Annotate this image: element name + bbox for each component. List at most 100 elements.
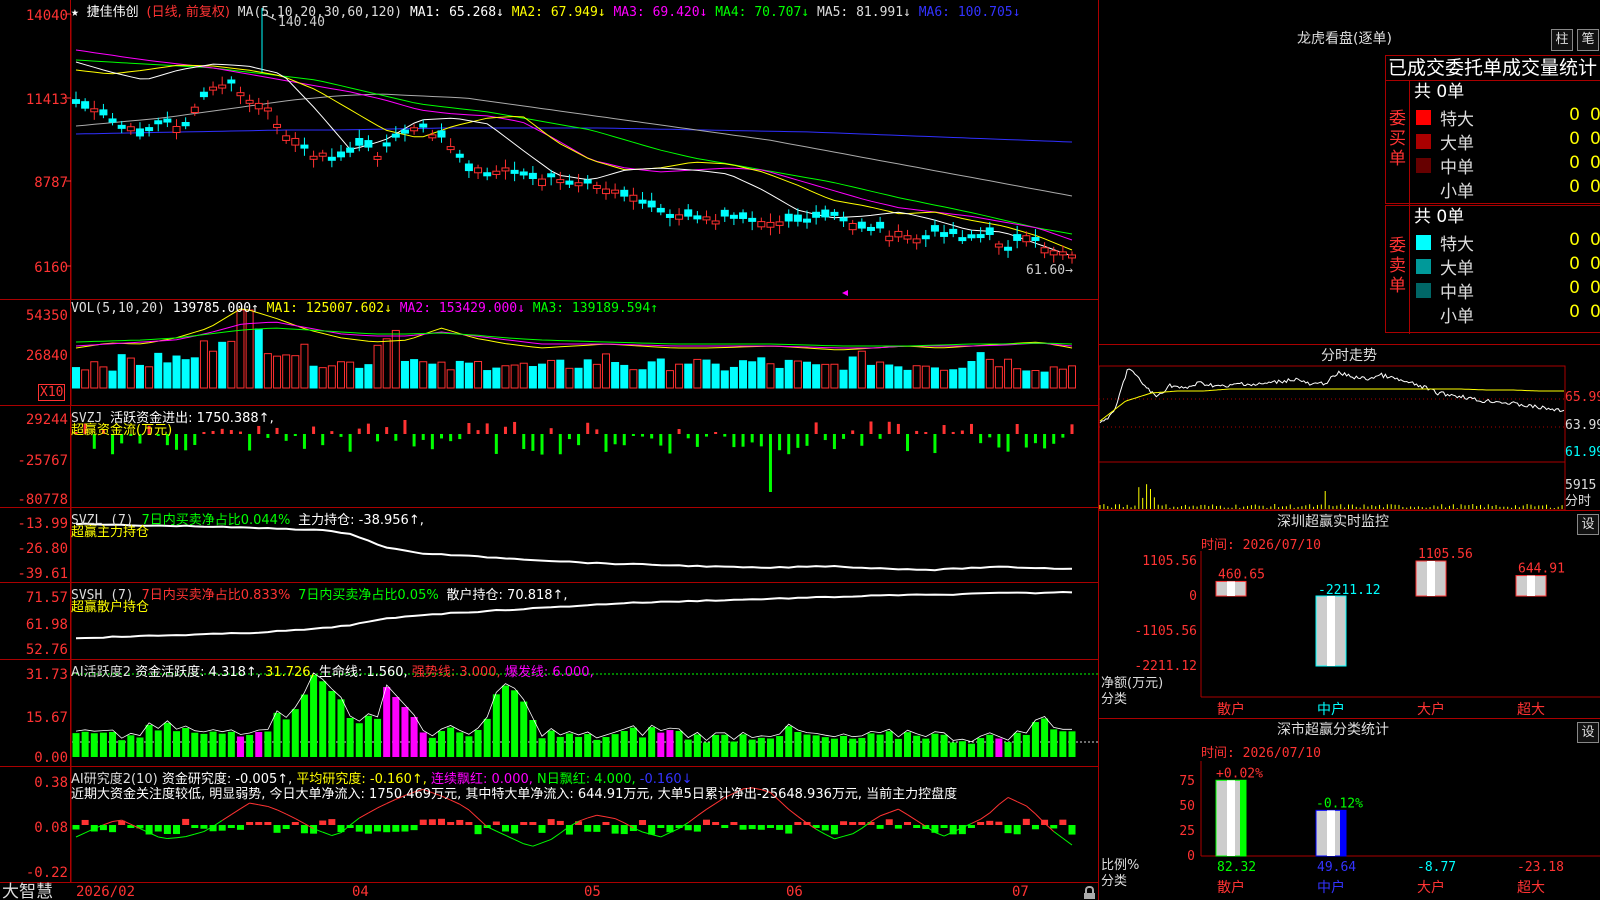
svzj-pane[interactable]: 29244 -25767 -80778 SVZJ 活跃资金进出: 1750.38…	[0, 406, 1098, 508]
flow-bar	[695, 434, 699, 447]
volume-bar	[803, 361, 812, 389]
activity-bar	[474, 729, 482, 757]
volume-bar	[446, 369, 455, 389]
ai1-label: AI活跃度2	[71, 665, 131, 680]
activity-bar	[1059, 731, 1067, 757]
research-line	[322, 831, 333, 837]
candle	[263, 107, 272, 112]
research-line	[541, 838, 552, 844]
candle	[309, 155, 318, 160]
volume-bar	[519, 362, 528, 389]
activity-bar	[81, 731, 89, 757]
flow-bar	[1043, 434, 1047, 449]
flow-bar	[997, 434, 1001, 448]
kline-chart[interactable]	[0, 0, 1098, 300]
net-category-label: 中户	[1317, 701, 1345, 718]
flow-bar	[348, 434, 352, 452]
research-bar	[383, 825, 391, 833]
volume-bar	[172, 355, 181, 389]
activity-bar	[721, 734, 729, 757]
volume-bar	[629, 369, 638, 389]
star-icon[interactable]: ★	[71, 5, 79, 20]
order-color-swatch	[1416, 158, 1431, 173]
volume-bar	[1004, 358, 1013, 389]
candle	[364, 140, 373, 148]
activity-bar	[757, 737, 765, 757]
flow-bar	[1015, 424, 1019, 434]
activity-bar	[885, 731, 893, 757]
research-bar	[465, 822, 473, 825]
intraday-chart[interactable]	[1099, 345, 1600, 511]
flow-bar	[376, 434, 380, 442]
volume-bar	[565, 367, 574, 389]
research-line	[185, 833, 195, 838]
research-line	[221, 814, 232, 821]
brand-logo[interactable]: 大智慧	[2, 883, 53, 900]
candle	[857, 221, 866, 229]
period-mode[interactable]: (日线, 前复权)	[147, 5, 230, 20]
research-line	[605, 816, 616, 820]
candle	[282, 135, 291, 141]
research-bar	[648, 825, 656, 835]
research-line	[907, 814, 917, 821]
volume-bar	[428, 363, 437, 389]
activity-bar	[447, 727, 455, 757]
flow-bar	[823, 434, 827, 441]
research-line	[934, 831, 945, 837]
candle	[108, 118, 117, 123]
flow-bar	[485, 423, 489, 434]
order-percent: 0%	[1590, 254, 1600, 274]
volume-bar	[501, 365, 510, 389]
volume-header: VOL(5,10,20) 139785.000↑ MA1: 125007.602…	[71, 301, 658, 316]
research-bar	[830, 825, 838, 835]
research-line	[1025, 805, 1036, 815]
research-line	[176, 836, 186, 839]
order-row: 大单 0 0%	[1410, 129, 1600, 154]
activity-bar	[328, 690, 336, 757]
flow-bar	[613, 434, 617, 445]
vol-ma1: MA1: 125007.602↓	[266, 301, 392, 316]
flow-bar	[586, 422, 590, 434]
activity-bar	[346, 717, 354, 757]
activity-bar	[383, 687, 391, 757]
activity-bar	[812, 735, 820, 757]
order-color-swatch	[1416, 235, 1431, 250]
date-tick: 05	[584, 884, 601, 900]
research-bar	[1013, 825, 1021, 835]
kline-pane[interactable]: 14040 11413 8787 6160 ★ 捷佳伟创 (日线, 前复权) M…	[0, 0, 1098, 300]
research-bar	[109, 825, 117, 833]
sz-class-ytick: 0	[1187, 849, 1195, 864]
flow-bar	[494, 434, 498, 454]
research-bar	[849, 822, 857, 825]
candle	[464, 163, 473, 172]
stroke-view-button[interactable]: 笔	[1577, 29, 1599, 51]
volume-pane[interactable]: 54350 26840 X10 VOL(5,10,20) 139785.000↑…	[0, 300, 1098, 406]
research-bar	[602, 822, 610, 825]
research-bar	[547, 819, 555, 825]
research-line	[523, 843, 534, 847]
column-view-button[interactable]: 柱	[1551, 29, 1573, 51]
volume-bar	[994, 366, 1003, 389]
buy-total: 共 0单	[1414, 82, 1465, 102]
activity-bar	[611, 734, 619, 757]
flow-bar	[302, 434, 306, 449]
svzl-pane[interactable]: -13.99 -26.80 -39.61 SVZL (7) 7日内买卖净占比0.…	[0, 508, 1098, 583]
research-line	[834, 835, 844, 840]
volume-bar	[930, 367, 939, 389]
research-bar	[712, 822, 720, 825]
intraday-panel[interactable]: 分时走势 65.99 63.99 61.99 5915 分时	[1098, 345, 1600, 511]
ai-research-pane[interactable]: 0.38 0.08 -0.22 AI研究度2(10) 资金研究度: -0.005…	[0, 767, 1098, 884]
ai-activity-pane[interactable]: 31.73 15.67 0.00 AI活跃度2 资金活跃度: 4.318↑, 3…	[0, 660, 1098, 767]
svsh-pane[interactable]: 71.57 61.98 52.76 SVSH (7) 7日内买卖净占比0.833…	[0, 583, 1098, 660]
flow-bar	[714, 432, 718, 434]
volume-bar	[876, 361, 885, 389]
research-bar	[913, 825, 921, 828]
candle	[382, 142, 391, 147]
flow-bar	[704, 434, 708, 437]
sell-section: 委卖单 共 0单 特大 0 0% 大单 0 0% 中单 0 0% 小单 0 0%	[1385, 205, 1600, 334]
flow-bar	[540, 434, 544, 455]
candle	[885, 235, 894, 242]
flow-bar	[394, 434, 398, 441]
candle	[903, 235, 912, 240]
research-bar	[492, 821, 500, 825]
